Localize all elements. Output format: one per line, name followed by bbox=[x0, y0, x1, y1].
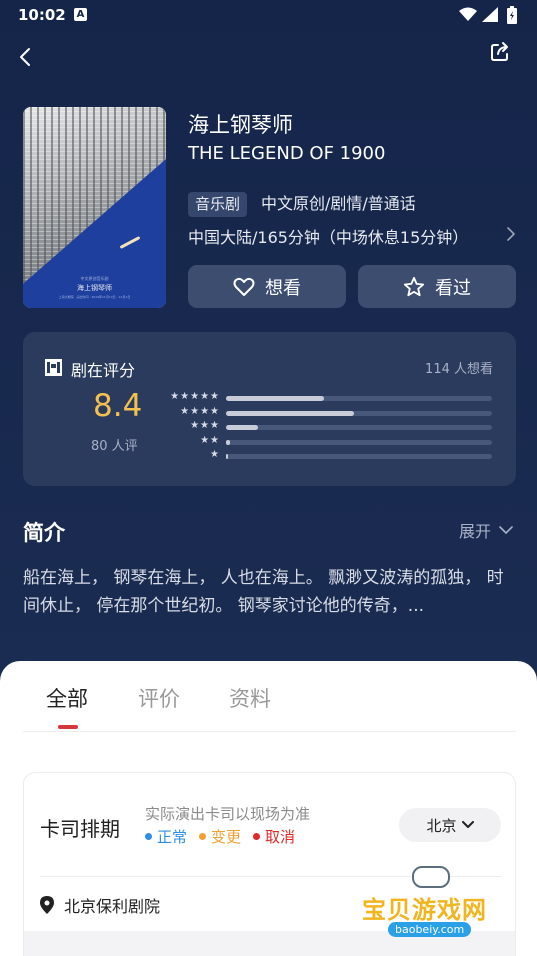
want-label: 想看 bbox=[265, 277, 301, 299]
legend-changed-dot bbox=[199, 833, 207, 840]
legend-cancelled-dot bbox=[253, 833, 261, 840]
poster-footer: 上海大剧院 · 演出时间 · 2019年11月14日 - 12月1日 bbox=[58, 295, 131, 299]
venue-row[interactable]: 北京保利剧院 bbox=[40, 893, 160, 917]
legend-cancelled: 取消 bbox=[253, 826, 295, 847]
category-tag: 音乐剧 bbox=[188, 192, 248, 217]
rating-bar-track bbox=[226, 410, 492, 416]
legend-changed: 变更 bbox=[199, 826, 241, 847]
tab-divider bbox=[23, 731, 516, 732]
want-to-see-button[interactable]: 想看 bbox=[188, 265, 346, 308]
rating-bar-track bbox=[226, 396, 492, 401]
expand-label: 展开 bbox=[459, 522, 492, 541]
region-duration-text: 中国大陆/165分钟（中场休息15分钟） bbox=[188, 228, 469, 247]
status-time: 10:02 bbox=[18, 6, 66, 24]
legend-normal: 正常 bbox=[145, 826, 187, 847]
show-title-cn: 海上钢琴师 bbox=[188, 113, 293, 137]
poster-title: 海上钢琴师 bbox=[77, 284, 112, 292]
star-level-icon: ★★★★★ bbox=[170, 391, 220, 402]
status-legend: 正常 变更 取消 bbox=[145, 826, 295, 847]
legend-changed-label: 变更 bbox=[211, 828, 242, 846]
rating-card: 剧在评分 114 人想看 8.4 80 人评 ★★★★★ ★★★★ ★★★ ★★ ★ bbox=[23, 332, 516, 486]
rating-bar-fill bbox=[226, 425, 258, 430]
show-poster[interactable]: 中文原创音乐剧 海上钢琴师 上海大剧院 · 演出时间 · 2019年11月14日… bbox=[23, 107, 166, 308]
rating-label: 剧在评分 bbox=[71, 361, 136, 380]
share-icon[interactable] bbox=[489, 41, 511, 63]
rating-bar-track bbox=[226, 439, 492, 445]
seen-button[interactable]: 看过 bbox=[358, 265, 516, 308]
rating-score: 8.4 bbox=[93, 388, 143, 424]
intro-text: 船在海上， 钢琴在海上， 人也在海上。 飘渺又波涛的孤独， 时间休止， 停在那个… bbox=[23, 568, 504, 616]
legend-cancelled-label: 取消 bbox=[265, 828, 296, 846]
rating-count: 80 人评 bbox=[91, 439, 138, 454]
star-icon bbox=[403, 276, 425, 296]
cast-note: 实际演出卡司以现场为准 bbox=[145, 805, 311, 823]
show-title-en: THE LEGEND OF 1900 bbox=[188, 143, 386, 164]
genre-text: 中文原创/剧情/普通话 bbox=[261, 194, 416, 213]
watermark-logo: 宝贝游戏网 baobeiy.com bbox=[362, 862, 502, 952]
city-label: 北京 bbox=[426, 816, 457, 835]
star-level-icon: ★★★★ bbox=[180, 405, 220, 417]
tab-reviews[interactable]: 评价 bbox=[138, 683, 180, 713]
theater-icon bbox=[45, 359, 62, 376]
tab-info[interactable]: 资料 bbox=[229, 683, 271, 713]
tab-all[interactable]: 全部 bbox=[46, 683, 88, 713]
rating-bar-fill bbox=[226, 454, 228, 459]
poster-subtitle: 中文原创音乐剧 bbox=[80, 276, 109, 281]
chevron-right-icon[interactable] bbox=[506, 226, 516, 242]
active-tab-indicator bbox=[58, 725, 78, 729]
rating-bar-fill bbox=[226, 396, 324, 401]
venue-name: 北京保利剧院 bbox=[64, 897, 161, 916]
location-pin-icon bbox=[40, 896, 54, 914]
want-count: 114 人想看 bbox=[425, 362, 493, 377]
rating-bar-track bbox=[226, 425, 492, 430]
battery-icon bbox=[507, 6, 517, 24]
star-level-icon: ★★ bbox=[200, 434, 220, 446]
star-level-icon: ★★★ bbox=[190, 420, 220, 431]
expand-button[interactable]: 展开 bbox=[459, 518, 513, 542]
signal-icon bbox=[482, 7, 498, 22]
wifi-icon bbox=[459, 7, 477, 21]
city-dropdown[interactable]: 北京 bbox=[399, 808, 501, 842]
chevron-down-icon bbox=[461, 821, 474, 828]
chevron-down-icon bbox=[499, 525, 513, 534]
seen-label: 看过 bbox=[435, 277, 471, 299]
notification-badge-icon: A bbox=[74, 8, 87, 21]
rating-bar-track bbox=[226, 454, 492, 459]
legend-normal-dot bbox=[145, 833, 152, 840]
watermark-text: 宝贝游戏网 bbox=[362, 896, 487, 924]
cast-schedule-title: 卡司排期 bbox=[40, 817, 120, 841]
rating-bar-fill bbox=[226, 410, 354, 416]
heart-icon bbox=[233, 277, 255, 296]
gamepad-icon bbox=[412, 866, 450, 888]
star-level-icon: ★ bbox=[210, 449, 220, 460]
back-arrow-icon[interactable] bbox=[16, 45, 36, 69]
status-bar: 10:02 A bbox=[0, 0, 537, 32]
intro-heading: 简介 bbox=[23, 521, 65, 545]
watermark-url: baobeiy.com bbox=[388, 922, 472, 937]
rating-bar-fill bbox=[226, 439, 230, 445]
legend-normal-label: 正常 bbox=[157, 828, 188, 846]
